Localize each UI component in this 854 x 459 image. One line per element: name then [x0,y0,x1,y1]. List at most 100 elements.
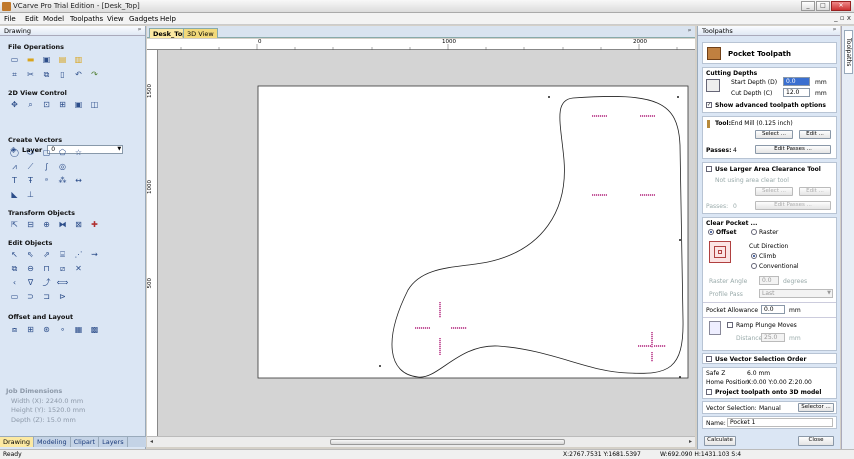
ramp-distance-input[interactable]: 25.0 [761,333,785,342]
maximize-button[interactable]: □ [816,1,830,11]
conventional-radio[interactable] [751,263,757,269]
paste-icon[interactable]: ▯ [57,69,68,80]
project-toolpath-checkbox[interactable] [706,389,712,395]
mdi-controls[interactable]: _ ▫ x [834,14,851,22]
pin-icon[interactable]: ᵖ [138,27,141,34]
scrollbar-thumb[interactable] [330,439,565,445]
menu-gadgets[interactable]: Gadgets [129,15,158,23]
node-edit-icon[interactable]: ⇖ [25,249,36,260]
star-icon[interactable]: ☆ [73,147,84,158]
move-icon[interactable]: ⇱ [9,219,20,230]
copy-icon[interactable]: ⧉ [41,69,52,80]
copy-along-icon[interactable]: ∘ [57,324,68,335]
line-icon[interactable]: ⟋ [25,161,36,172]
dogbone-icon[interactable]: ⊥ [25,189,36,200]
offset-radio[interactable] [708,229,714,235]
join-icon[interactable]: ⧄ [57,263,68,274]
document-pin-icon[interactable]: ᵖ [688,28,691,35]
view-2d-icon[interactable]: ▣ [73,99,84,110]
undo-icon[interactable]: ↶ [73,69,84,80]
vector-order-checkbox[interactable] [706,356,712,362]
start-depth-input[interactable]: 0.0 [783,77,810,86]
tab-clipart[interactable]: Clipart [71,437,100,447]
clearance-edit-button[interactable]: Edit ... [799,187,831,196]
menu-view[interactable]: View [107,15,124,23]
export-icon[interactable]: ▥ [73,54,84,65]
polyline-icon[interactable]: ⩘ [9,161,20,172]
toolpaths-side-tab-button[interactable]: Toolpaths [844,30,853,74]
clearance-select-button[interactable]: Select ... [755,187,793,196]
intersect-icon[interactable]: ⊓ [41,263,52,274]
new-file-icon[interactable]: ▭ [9,54,20,65]
pocket-allowance-input[interactable]: 0.0 [761,305,785,314]
show-advanced-checkbox[interactable]: ✓ [706,102,712,108]
grid-snap-icon[interactable]: ⋰ [73,249,84,260]
circle-icon[interactable]: ◯ [9,147,20,158]
use-clearance-checkbox[interactable] [706,166,712,172]
toolpath-name-input[interactable]: Pocket 1 [727,418,833,427]
spiral-icon[interactable]: ◎ [57,161,68,172]
arrow-both-icon[interactable]: ⟺ [57,277,68,288]
calculate-button[interactable]: Calculate [704,436,736,446]
offset-icon[interactable]: ⧈ [9,324,20,335]
curve-icon[interactable]: ∫ [41,161,52,172]
ramp-plunge-checkbox[interactable] [727,322,733,328]
center-icon[interactable]: ⊕ [41,219,52,230]
open-folder-icon[interactable]: ▬ [25,54,36,65]
menu-model[interactable]: Model [43,15,64,23]
tool-select-button[interactable]: Select ... [755,130,793,139]
tab-3d-view[interactable]: 3D View [183,28,218,38]
close-button[interactable]: Close [798,436,834,446]
select-icon[interactable]: ↖ [9,249,20,260]
scroll-right-icon[interactable]: ▸ [689,438,692,445]
menu-edit[interactable]: Edit [25,15,39,23]
toolpath-pin-icon[interactable]: ᵖ [833,27,836,34]
zoom-icon[interactable]: ⌕ [25,99,36,110]
drawing-canvas[interactable] [158,50,695,436]
text-arc-icon[interactable]: ᵃ [41,175,52,186]
job-setup-icon[interactable]: ⌗ [9,69,20,80]
raster-angle-input[interactable]: 0.0 [759,276,779,285]
menu-toolpaths[interactable]: Toolpaths [70,15,103,23]
cut-depth-input[interactable]: 12.0 [783,88,810,97]
bracket-left-icon[interactable]: ⊃ [25,291,36,302]
tile-icon[interactable]: ▩ [89,324,100,335]
bracket-end-icon[interactable]: ⊳ [57,291,68,302]
bracket-right-icon[interactable]: ⊐ [41,291,52,302]
mirror-icon[interactable]: ⧓ [57,219,68,230]
smart-snap-icon[interactable]: ⇝ [89,249,100,260]
dimension-icon[interactable]: ↔ [73,175,84,186]
menu-file[interactable]: File [4,15,16,23]
scroll-left-icon[interactable]: ◂ [150,438,153,445]
break-icon[interactable]: ✕ [73,263,84,274]
zoom-box-icon[interactable]: ⊡ [41,99,52,110]
ellipse-icon[interactable]: ⬭ [25,147,36,158]
set-size-icon[interactable]: ✚ [89,219,100,230]
edit-passes-button[interactable]: Edit Passes ... [755,145,831,154]
view-split-icon[interactable]: ◫ [89,99,100,110]
pan-icon[interactable]: ✥ [9,99,20,110]
tab-modeling[interactable]: Modeling [34,437,71,447]
tab-drawing[interactable]: Drawing [0,437,35,447]
rectangle-icon[interactable]: ▢ [41,147,52,158]
fillet-icon[interactable]: ◣ [9,189,20,200]
nesting-icon[interactable]: ▦ [73,324,84,335]
import-icon[interactable]: ▤ [57,54,68,65]
tab-layers[interactable]: Layers [99,437,128,447]
arrow-curve-icon[interactable]: ⤴ [41,277,52,288]
weld-icon[interactable]: ⧉ [9,263,20,274]
climb-radio[interactable] [751,253,757,259]
close-vector-icon[interactable]: ▭ [9,291,20,302]
arrow-down-icon[interactable]: ∇ [25,277,36,288]
redo-icon[interactable]: ↷ [89,69,100,80]
selector-button[interactable]: Selector ... [798,403,834,412]
profile-pass-select[interactable]: Last ▼ [759,289,833,298]
zoom-extents-icon[interactable]: ⊞ [57,99,68,110]
array-copy-icon[interactable]: ⊞ [25,324,36,335]
text-box-icon[interactable]: Ŧ [25,175,36,186]
raster-radio[interactable] [751,229,757,235]
align-icon[interactable]: ⊟ [25,219,36,230]
interactive-trim-icon[interactable]: ⌸ [57,249,68,260]
text-icon[interactable]: T [9,175,20,186]
close-window-button[interactable]: ✕ [831,1,851,11]
